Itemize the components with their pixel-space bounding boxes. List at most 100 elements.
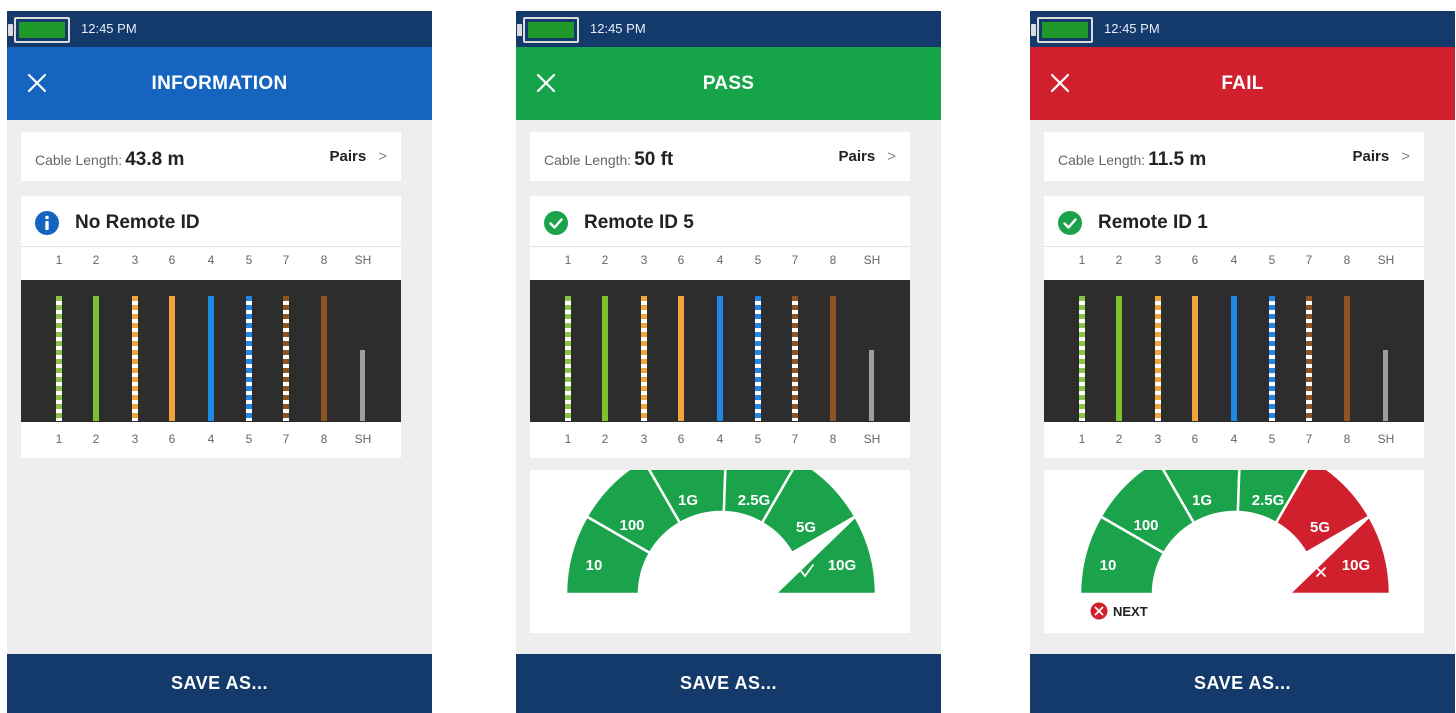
pin-label: 1 — [1078, 432, 1086, 446]
wire-map — [21, 280, 401, 422]
gauge-label: 1G — [678, 492, 698, 509]
pin-label: SH — [1377, 253, 1395, 267]
pin-label: 4 — [207, 432, 215, 446]
header-title: PASS — [702, 73, 755, 94]
chevron-right-icon: > — [887, 148, 896, 165]
cable-length-label: Cable Length: — [544, 152, 632, 168]
cable-length-value: 11.5 m — [1148, 149, 1207, 170]
pairs-label: Pairs — [329, 148, 367, 165]
wire-3 — [1155, 296, 1161, 421]
remote-id-label: Remote ID 5 — [584, 212, 694, 233]
wire-sh — [360, 350, 365, 421]
pin-label: 5 — [245, 432, 253, 446]
pin-label: 6 — [168, 253, 176, 267]
pin-label: 1 — [55, 253, 63, 267]
battery-icon — [1037, 17, 1093, 43]
pin-label: 4 — [1230, 253, 1238, 267]
pin-label: 8 — [1343, 253, 1351, 267]
wire-1 — [565, 296, 571, 421]
battery-icon — [14, 17, 70, 43]
pin-label: 3 — [1154, 432, 1162, 446]
wire-4 — [717, 296, 723, 421]
pin-label: 5 — [1268, 432, 1276, 446]
tester-screen-fail: 12:45 PM FAIL Cable Length: 11.5 m Pairs > Rem… — [1030, 11, 1455, 713]
pin-label: 7 — [1305, 253, 1313, 267]
wiremap-card: Remote ID 5 1 2 3 6 4 5 7 8 SH 1 2 3 6 4 5 7 8 SH — [530, 196, 910, 458]
speed-gauge: 10 100 1G 2.5G 5G 10G NEXT — [1078, 470, 1392, 620]
battery-terminal — [1031, 24, 1036, 36]
cable-length-card: Cable Length: 11.5 m Pairs > — [1044, 132, 1424, 181]
pin-label: 3 — [640, 253, 648, 267]
pin-label: SH — [354, 253, 372, 267]
wire-7 — [792, 296, 798, 421]
pin-label: 4 — [207, 253, 215, 267]
pin-label: 1 — [564, 253, 572, 267]
wire-6 — [169, 296, 175, 421]
save-as-button[interactable]: SAVE AS... — [516, 654, 941, 713]
pin-labels-top: 1 2 3 6 4 5 7 8 SH — [530, 253, 910, 273]
gauge-label: 5G — [796, 519, 816, 536]
next-label: NEXT — [1113, 604, 1148, 619]
gauge-label: 10 — [1100, 557, 1117, 574]
save-as-button[interactable]: SAVE AS... — [7, 654, 432, 713]
pin-label: 3 — [640, 432, 648, 446]
pin-labels-bottom: 1 2 3 6 4 5 7 8 SH — [1044, 432, 1424, 452]
gauge-label: 5G — [1310, 519, 1330, 536]
pin-label: 6 — [168, 432, 176, 446]
pin-label: 3 — [1154, 253, 1162, 267]
wiremap-card: Remote ID 1 1 2 3 6 4 5 7 8 SH 1 2 3 6 4 5 7 8 SH — [1044, 196, 1424, 458]
pin-labels-top: 1 2 3 6 4 5 7 8 SH — [21, 253, 401, 273]
pairs-link[interactable]: Pairs > — [1353, 148, 1410, 165]
info-icon — [35, 211, 59, 235]
wire-5 — [755, 296, 761, 421]
wire-3 — [641, 296, 647, 421]
gauge-label: 100 — [619, 517, 644, 534]
pin-label: 8 — [829, 432, 837, 446]
divider — [21, 246, 401, 247]
pin-label: 7 — [791, 432, 799, 446]
pin-label: 6 — [677, 253, 685, 267]
result-header: PASS — [516, 47, 941, 120]
gauge-label: 1G — [1192, 492, 1212, 509]
cable-length: Cable Length: 43.8 m — [35, 149, 184, 171]
speed-gauge-card: 10 100 1G 2.5G 5G 10G NEXT — [1044, 470, 1424, 633]
gauge-label: 100 — [1133, 517, 1158, 534]
remote-id-label: No Remote ID — [75, 212, 200, 233]
check-circle-icon — [544, 211, 568, 235]
pairs-label: Pairs — [1352, 148, 1390, 165]
status-bar: 12:45 PM — [516, 11, 941, 47]
wire-2 — [602, 296, 608, 421]
divider — [1044, 246, 1424, 247]
pin-label: 7 — [791, 253, 799, 267]
pin-label: 8 — [1343, 432, 1351, 446]
pin-label: 1 — [564, 432, 572, 446]
tester-screen-pass: 12:45 PM PASS Cable Length: 50 ft Pairs > Remo… — [516, 11, 941, 713]
pairs-label: Pairs — [838, 148, 876, 165]
wire-5 — [1269, 296, 1275, 421]
wire-8 — [1344, 296, 1350, 421]
pin-labels-top: 1 2 3 6 4 5 7 8 SH — [1044, 253, 1424, 273]
gauge-label: 10G — [828, 557, 856, 574]
pairs-link[interactable]: Pairs > — [839, 148, 896, 165]
wire-3 — [132, 296, 138, 421]
wire-4 — [208, 296, 214, 421]
pairs-link[interactable]: Pairs > — [330, 148, 387, 165]
pin-label: 2 — [92, 432, 100, 446]
status-bar: 12:45 PM — [7, 11, 432, 47]
wire-5 — [246, 296, 252, 421]
pin-label: 6 — [1191, 253, 1199, 267]
pin-labels-bottom: 1 2 3 6 4 5 7 8 SH — [530, 432, 910, 452]
speed-gauge-card: 10 100 1G 2.5G 5G 10G — [530, 470, 910, 633]
battery-terminal — [8, 24, 13, 36]
pin-label: 3 — [131, 432, 139, 446]
wire-map — [530, 280, 910, 422]
chevron-right-icon: > — [378, 148, 387, 165]
pin-label: 2 — [601, 432, 609, 446]
save-as-button[interactable]: SAVE AS... — [1030, 654, 1455, 713]
pin-label: 4 — [716, 432, 724, 446]
pin-label: 5 — [754, 253, 762, 267]
wire-1 — [56, 296, 62, 421]
wire-sh — [1383, 350, 1388, 421]
chevron-right-icon: > — [1401, 148, 1410, 165]
result-header: FAIL — [1030, 47, 1455, 120]
